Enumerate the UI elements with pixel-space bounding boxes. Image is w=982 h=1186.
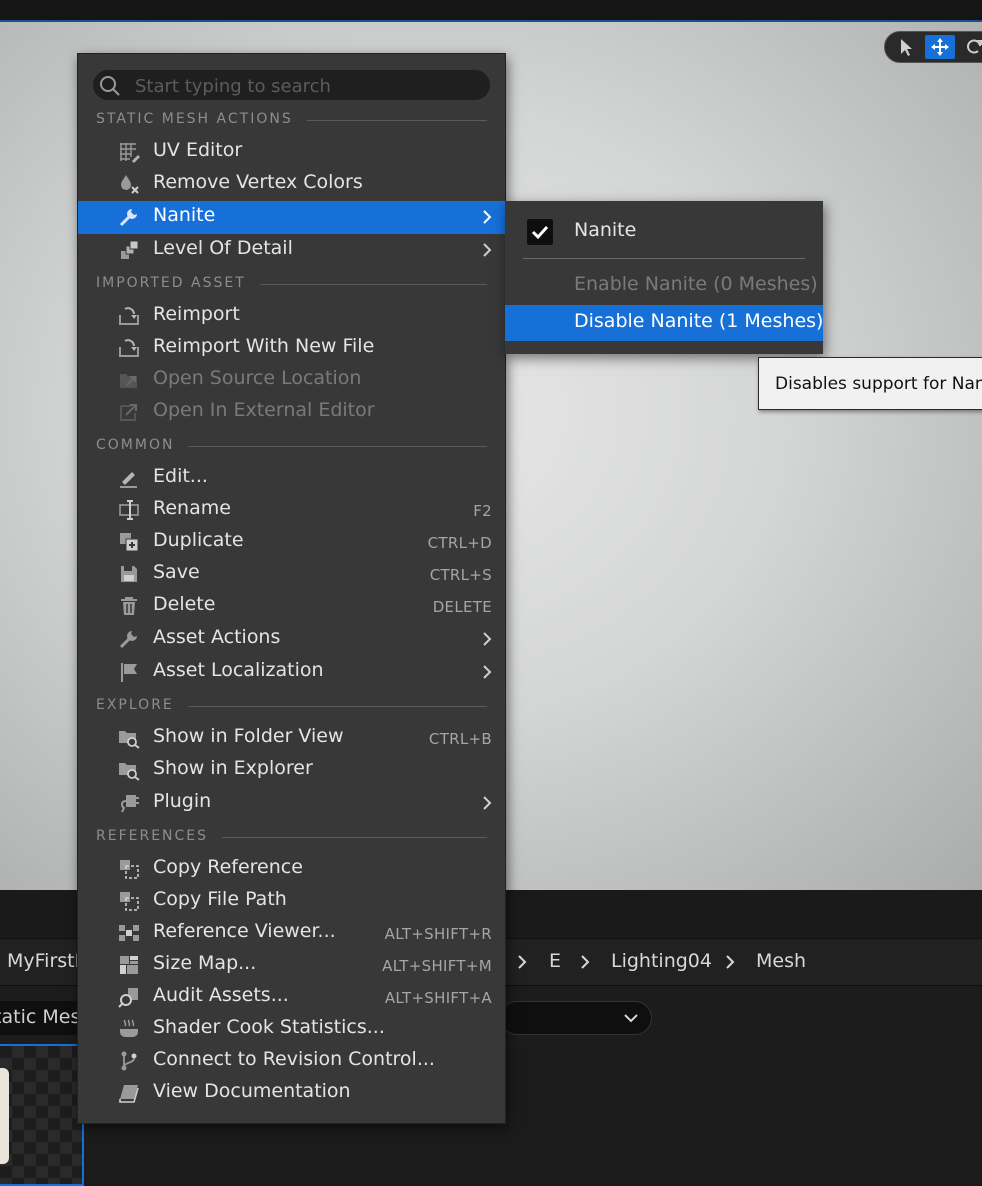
menu-item-disable-nanite[interactable]: Disable Nanite (1 Meshes) <box>505 305 823 341</box>
section-header: REFERENCES <box>96 827 487 847</box>
lod-icon <box>121 240 139 259</box>
reimport-icon <box>119 339 139 357</box>
tooltip: Disables support for Nanite <box>758 357 982 410</box>
cursor-icon <box>901 39 912 56</box>
external-link-icon <box>120 404 137 421</box>
search-icon <box>100 76 120 96</box>
copy-path-icon <box>120 892 139 911</box>
menu-item-rename[interactable]: Rename F2 <box>78 494 505 526</box>
chevron-right-icon <box>483 796 492 810</box>
menu-item-open-source-location: Open Source Location <box>78 364 505 396</box>
search-box <box>93 70 490 100</box>
chevron-right-icon <box>483 632 492 646</box>
menu-item-plugin[interactable]: Plugin <box>78 787 505 819</box>
uv-grid-icon <box>120 143 140 163</box>
breadcrumb-item[interactable]: Mesh <box>756 950 806 972</box>
menu-item-audit-assets[interactable]: Audit Assets... ALT+SHIFT+A <box>78 981 505 1013</box>
menu-item-show-in-folder-view[interactable]: Show in Folder View CTRL+B <box>78 722 505 754</box>
plugin-icon <box>120 795 139 813</box>
menu-item-show-in-explorer[interactable]: Show in Explorer <box>78 754 505 786</box>
menu-item-asset-localization[interactable]: Asset Localization <box>78 656 505 688</box>
asset-preview <box>0 1068 9 1164</box>
menu-item-reference-viewer[interactable]: Reference Viewer... ALT+SHIFT+R <box>78 917 505 949</box>
wrench-icon <box>119 631 137 649</box>
copy-reference-icon <box>120 860 139 879</box>
chevron-right-icon <box>483 243 492 257</box>
wrench-icon <box>119 209 137 227</box>
asset-thumbnail[interactable] <box>0 1044 84 1186</box>
node-graph-icon <box>119 925 139 941</box>
size-map-icon <box>120 956 138 974</box>
transform-toolbar <box>884 31 982 63</box>
menu-item-asset-actions[interactable]: Asset Actions <box>78 623 505 655</box>
breadcrumb-item[interactable]: Lighting04 <box>611 950 712 972</box>
chevron-right-icon <box>483 210 492 224</box>
search-input[interactable] <box>133 72 477 100</box>
chevron-right-icon <box>483 665 492 679</box>
filter-dropdown[interactable] <box>500 1001 652 1035</box>
submenu-divider <box>523 258 805 259</box>
pencil-icon <box>120 472 137 488</box>
menu-item-open-external-editor: Open In External Editor <box>78 396 505 428</box>
move-tool-button[interactable] <box>925 35 955 59</box>
rotate-icon <box>967 39 982 54</box>
menu-item-save[interactable]: Save CTRL+S <box>78 558 505 590</box>
section-header: COMMON <box>96 436 487 456</box>
droplet-remove-icon <box>121 175 139 194</box>
chevron-down-icon <box>624 1014 638 1023</box>
cooking-pot-icon <box>120 1019 138 1037</box>
menu-item-reimport[interactable]: Reimport <box>78 300 505 332</box>
menu-item-enable-nanite: Enable Nanite (0 Meshes) <box>574 273 818 295</box>
rotate-tool-button[interactable] <box>959 35 982 59</box>
rename-icon <box>119 500 139 520</box>
breadcrumb-item[interactable]: E <box>549 950 561 972</box>
chevron-right-icon <box>518 955 527 969</box>
nanite-checkbox[interactable] <box>527 219 553 245</box>
move-icon <box>931 38 949 56</box>
section-header: EXPLORE <box>96 696 487 716</box>
book-icon <box>119 1085 139 1103</box>
menu-item-copy-reference[interactable]: Copy Reference <box>78 853 505 885</box>
flag-icon <box>121 663 137 682</box>
audit-icon <box>118 988 138 1008</box>
filter-chip[interactable]: Static Mesh <box>0 1001 92 1035</box>
menu-item-level-of-detail[interactable]: Level Of Detail <box>78 234 505 266</box>
menu-item-nanite[interactable]: Nanite <box>78 201 505 234</box>
folder-open-icon <box>120 374 137 388</box>
nanite-toggle-label: Nanite <box>574 219 637 241</box>
branch-icon <box>121 1051 137 1071</box>
trash-icon <box>121 597 137 615</box>
menu-item-copy-file-path[interactable]: Copy File Path <box>78 885 505 917</box>
menu-item-view-documentation[interactable]: View Documentation <box>78 1077 505 1109</box>
menu-item-edit[interactable]: Edit... <box>78 462 505 494</box>
save-icon <box>121 566 137 582</box>
checkmark-icon <box>531 225 549 240</box>
folder-search-icon <box>119 763 140 781</box>
reimport-icon <box>119 307 139 325</box>
chevron-right-icon <box>726 955 735 969</box>
menu-item-uv-editor[interactable]: UV Editor <box>78 136 505 168</box>
chevron-right-icon <box>581 955 590 969</box>
select-tool-button[interactable] <box>891 35 921 59</box>
title-bar <box>0 0 982 20</box>
nanite-submenu: Nanite Enable Nanite (0 Meshes) Disable … <box>505 201 823 354</box>
section-header: IMPORTED ASSET <box>96 274 487 294</box>
menu-item-reimport-new-file[interactable]: Reimport With New File <box>78 332 505 364</box>
menu-item-duplicate[interactable]: Duplicate CTRL+D <box>78 526 505 558</box>
menu-item-delete[interactable]: Delete DELETE <box>78 590 505 622</box>
menu-item-remove-vertex-colors[interactable]: Remove Vertex Colors <box>78 168 505 200</box>
duplicate-icon <box>120 533 139 552</box>
menu-item-size-map[interactable]: Size Map... ALT+SHIFT+M <box>78 949 505 981</box>
section-header: STATIC MESH ACTIONS <box>96 110 487 130</box>
menu-item-connect-revision-control[interactable]: Connect to Revision Control... <box>78 1045 505 1077</box>
context-menu: STATIC MESH ACTIONS UV Editor Remove Ver… <box>78 54 505 1123</box>
folder-search-icon <box>119 731 140 749</box>
tooltip-text: Disables support for Nanite <box>775 374 982 394</box>
menu-item-shader-cook-statistics[interactable]: Shader Cook Statistics... <box>78 1013 505 1045</box>
